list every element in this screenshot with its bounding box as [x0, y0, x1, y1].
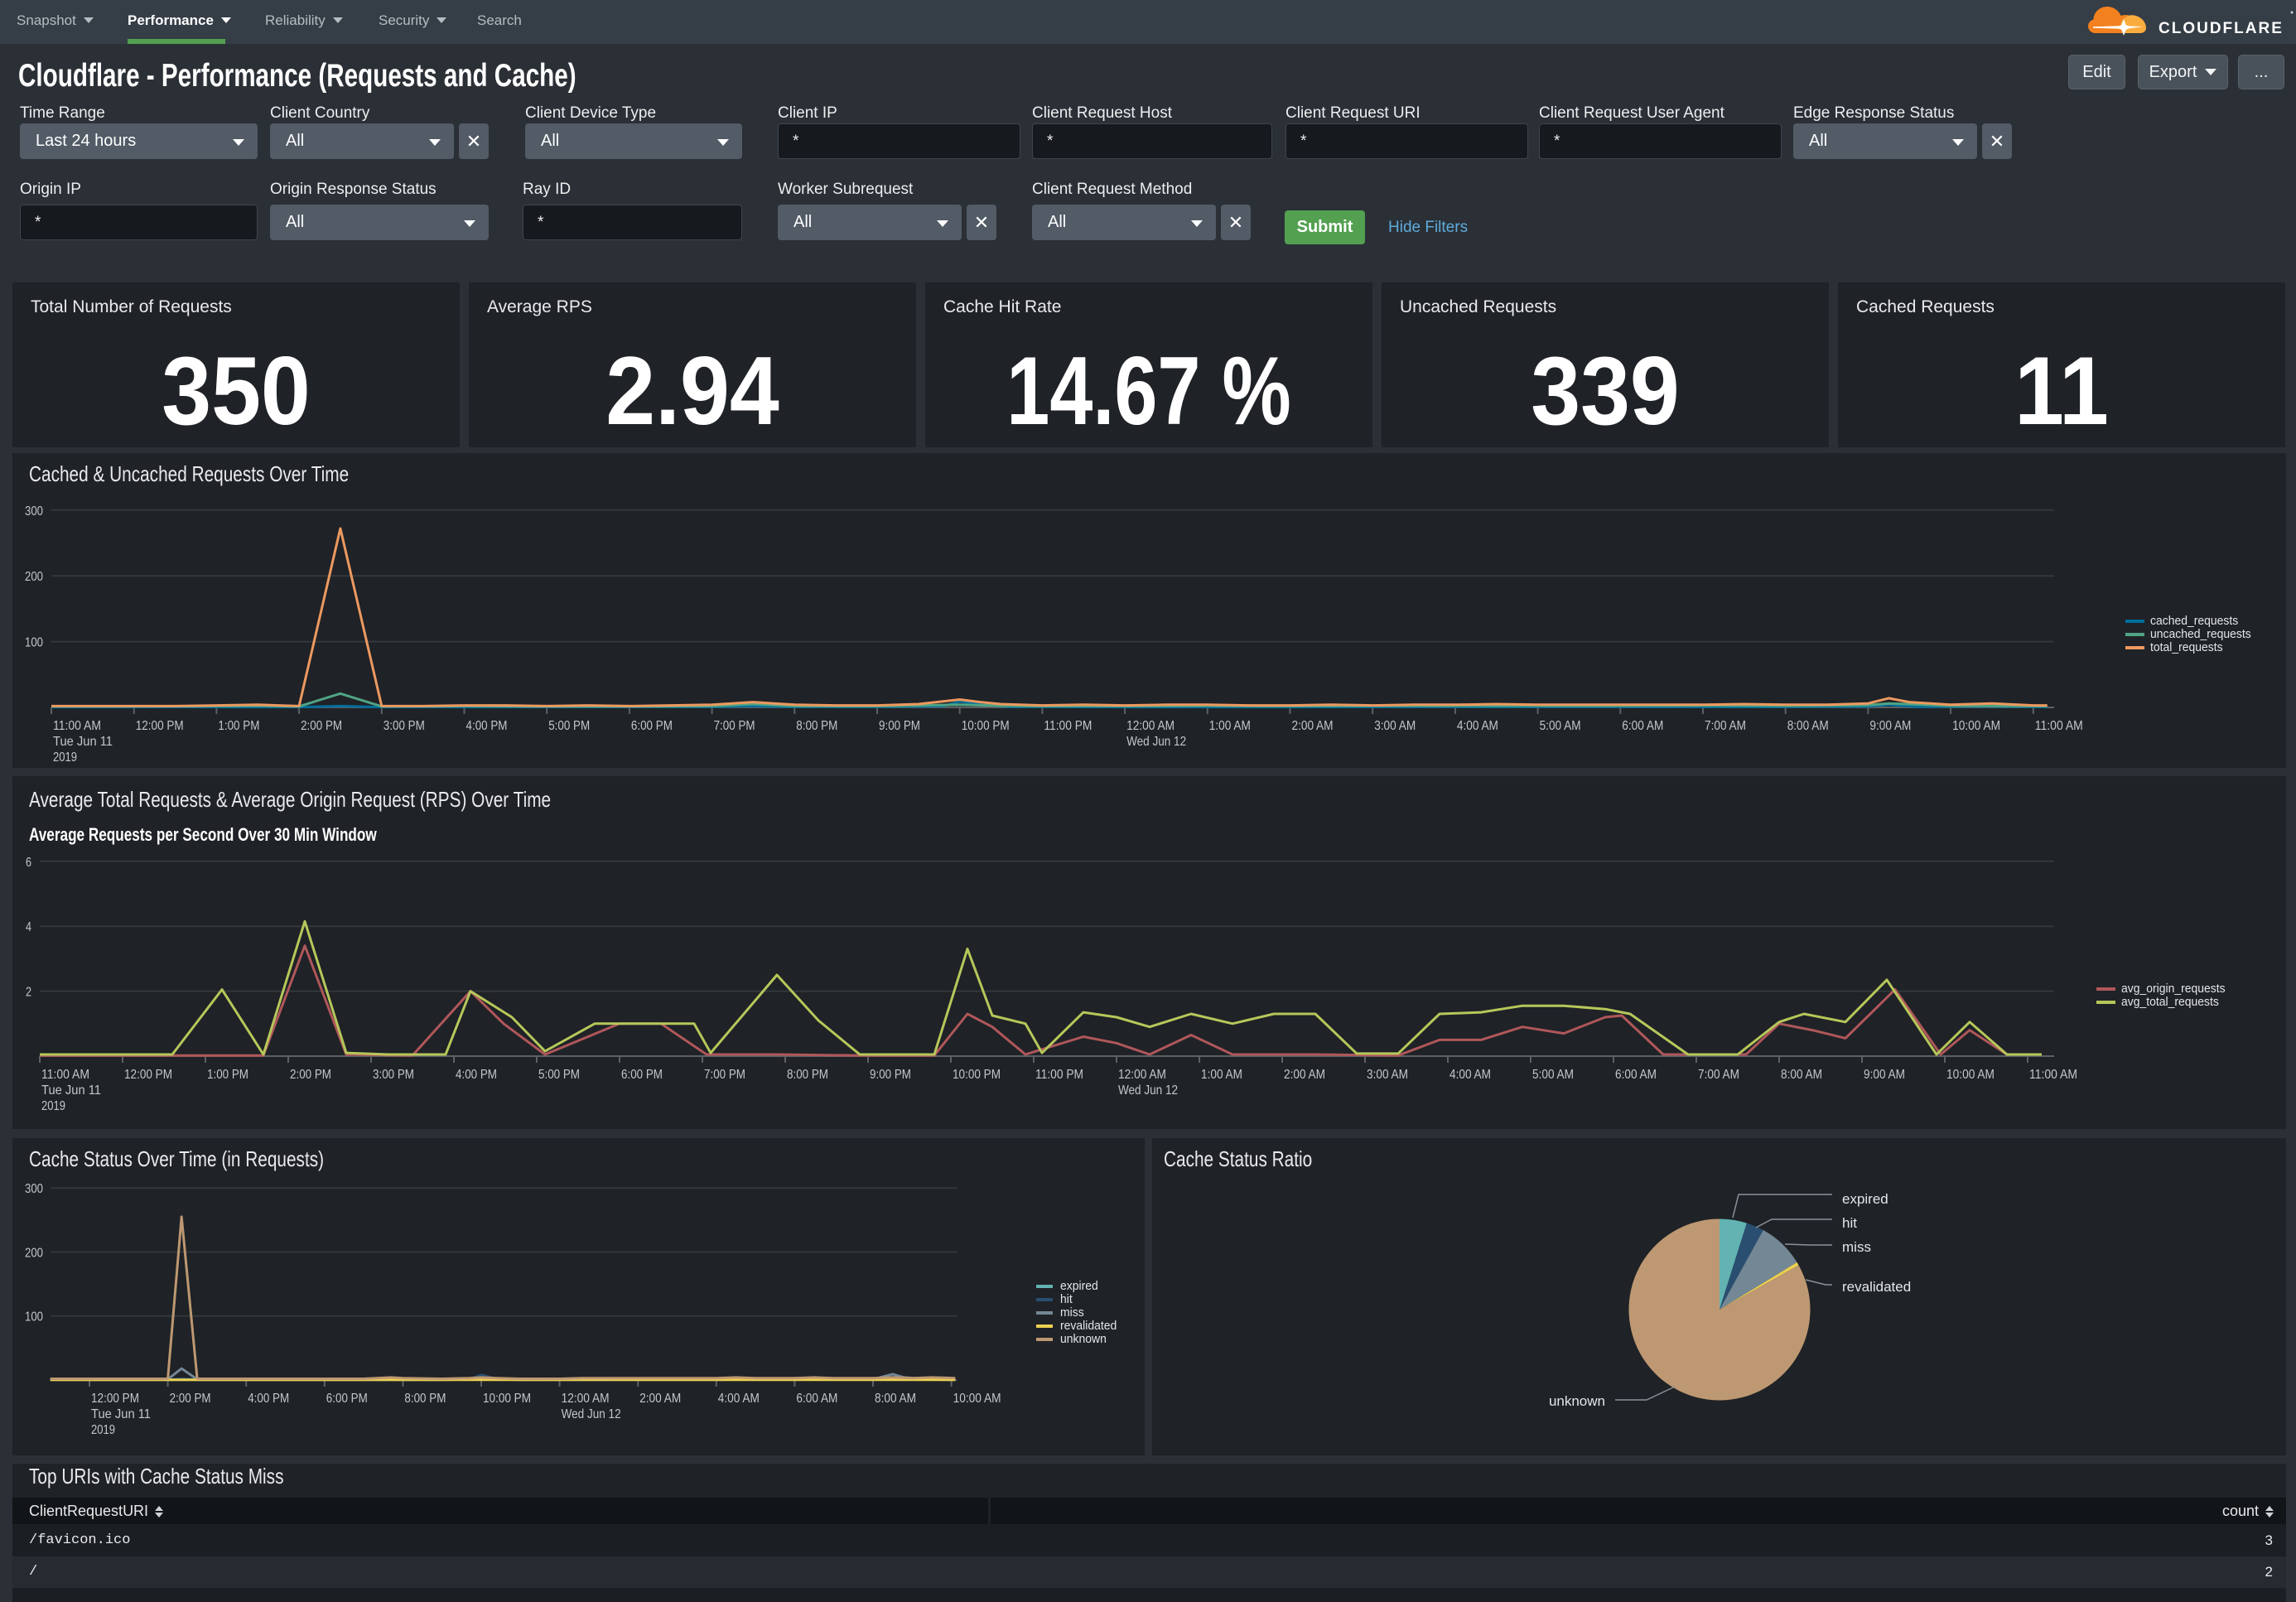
svg-text:7:00 AM: 7:00 AM	[1705, 719, 1746, 733]
svg-text:100: 100	[25, 636, 43, 650]
svg-text:5:00 PM: 5:00 PM	[548, 719, 590, 733]
svg-text:12:00 PM: 12:00 PM	[136, 719, 184, 733]
svg-text:5:00 PM: 5:00 PM	[538, 1068, 580, 1082]
svg-text:Wed Jun 12: Wed Jun 12	[1126, 735, 1186, 749]
svg-text:2:00 PM: 2:00 PM	[290, 1068, 331, 1082]
svg-text:9:00 PM: 9:00 PM	[870, 1068, 911, 1082]
svg-text:7:00 PM: 7:00 PM	[714, 719, 755, 733]
svg-text:6:00 PM: 6:00 PM	[326, 1392, 368, 1406]
svg-text:2019: 2019	[91, 1423, 115, 1437]
svg-text:300: 300	[25, 504, 43, 519]
svg-text:8:00 PM: 8:00 PM	[787, 1068, 828, 1082]
svg-text:10:00 PM: 10:00 PM	[483, 1392, 531, 1406]
svg-text:11:00 PM: 11:00 PM	[1044, 719, 1092, 733]
svg-text:9:00 PM: 9:00 PM	[879, 719, 920, 733]
svg-text:3:00 AM: 3:00 AM	[1367, 1068, 1408, 1082]
svg-text:200: 200	[25, 570, 43, 584]
svg-text:Tue Jun 11: Tue Jun 11	[91, 1407, 151, 1421]
svg-text:10:00 AM: 10:00 AM	[1952, 719, 2000, 733]
svg-text:200: 200	[25, 1246, 43, 1260]
svg-text:2:00 AM: 2:00 AM	[1292, 719, 1334, 733]
svg-text:2:00 AM: 2:00 AM	[639, 1392, 681, 1406]
svg-text:8:00 PM: 8:00 PM	[404, 1392, 446, 1406]
svg-text:5:00 AM: 5:00 AM	[1540, 719, 1581, 733]
svg-text:11:00 PM: 11:00 PM	[1035, 1068, 1083, 1082]
svg-text:2019: 2019	[41, 1099, 65, 1113]
svg-text:3:00 PM: 3:00 PM	[383, 719, 425, 733]
svg-text:6:00 AM: 6:00 AM	[1615, 1068, 1657, 1082]
svg-text:6:00 PM: 6:00 PM	[631, 719, 673, 733]
svg-text:5:00 AM: 5:00 AM	[1532, 1068, 1574, 1082]
svg-text:12:00 PM: 12:00 PM	[124, 1068, 172, 1082]
svg-text:4:00 AM: 4:00 AM	[1457, 719, 1498, 733]
svg-text:4:00 PM: 4:00 PM	[456, 1068, 497, 1082]
svg-text:10:00 AM: 10:00 AM	[1946, 1068, 1995, 1082]
svg-text:8:00 AM: 8:00 AM	[1781, 1068, 1822, 1082]
svg-text:4:00 AM: 4:00 AM	[718, 1392, 760, 1406]
svg-text:2019: 2019	[53, 750, 77, 765]
svg-text:300: 300	[25, 1182, 43, 1196]
svg-text:1:00 PM: 1:00 PM	[218, 719, 259, 733]
svg-text:11:00 AM: 11:00 AM	[41, 1068, 89, 1082]
svg-text:Tue Jun 11: Tue Jun 11	[53, 735, 113, 749]
svg-text:10:00 PM: 10:00 PM	[953, 1068, 1001, 1082]
svg-text:6:00 PM: 6:00 PM	[621, 1068, 663, 1082]
svg-text:10:00 PM: 10:00 PM	[962, 719, 1010, 733]
svg-text:9:00 AM: 9:00 AM	[1869, 719, 1911, 733]
svg-text:2:00 PM: 2:00 PM	[301, 719, 342, 733]
svg-text:6:00 AM: 6:00 AM	[796, 1392, 837, 1406]
svg-text:1:00 AM: 1:00 AM	[1201, 1068, 1242, 1082]
svg-text:3:00 PM: 3:00 PM	[373, 1068, 414, 1082]
svg-text:11:00 AM: 11:00 AM	[53, 719, 101, 733]
svg-text:Tue Jun 11: Tue Jun 11	[41, 1083, 101, 1098]
svg-text:10:00 AM: 10:00 AM	[953, 1392, 1001, 1406]
svg-text:Wed Jun 12: Wed Jun 12	[1118, 1083, 1178, 1098]
svg-text:7:00 AM: 7:00 AM	[1698, 1068, 1739, 1082]
svg-text:7:00 PM: 7:00 PM	[704, 1068, 745, 1082]
svg-text:8:00 AM: 8:00 AM	[1787, 719, 1829, 733]
svg-text:2:00 PM: 2:00 PM	[170, 1392, 211, 1406]
svg-text:4: 4	[26, 920, 31, 934]
svg-text:4:00 PM: 4:00 PM	[466, 719, 508, 733]
svg-text:11:00 AM: 11:00 AM	[2035, 719, 2083, 733]
svg-text:12:00 PM: 12:00 PM	[91, 1392, 139, 1406]
svg-text:Wed Jun 12: Wed Jun 12	[562, 1407, 621, 1421]
svg-text:1:00 AM: 1:00 AM	[1209, 719, 1251, 733]
svg-text:9:00 AM: 9:00 AM	[1864, 1068, 1905, 1082]
svg-text:4:00 PM: 4:00 PM	[248, 1392, 289, 1406]
svg-text:6: 6	[26, 856, 31, 870]
svg-text:8:00 PM: 8:00 PM	[796, 719, 837, 733]
svg-text:100: 100	[25, 1310, 43, 1325]
svg-text:CLOUDFLARE: CLOUDFLARE	[2159, 20, 2284, 37]
svg-text:11:00 AM: 11:00 AM	[2029, 1068, 2077, 1082]
svg-text:12:00 AM: 12:00 AM	[1118, 1068, 1166, 1082]
svg-text:12:00 AM: 12:00 AM	[562, 1392, 610, 1406]
svg-text:3:00 AM: 3:00 AM	[1374, 719, 1416, 733]
svg-text:2: 2	[26, 986, 31, 1000]
svg-text:6:00 AM: 6:00 AM	[1622, 719, 1663, 733]
svg-text:8:00 AM: 8:00 AM	[875, 1392, 916, 1406]
svg-text:12:00 AM: 12:00 AM	[1126, 719, 1175, 733]
svg-text:4:00 AM: 4:00 AM	[1449, 1068, 1491, 1082]
svg-text:2:00 AM: 2:00 AM	[1284, 1068, 1325, 1082]
svg-text:1:00 PM: 1:00 PM	[207, 1068, 248, 1082]
